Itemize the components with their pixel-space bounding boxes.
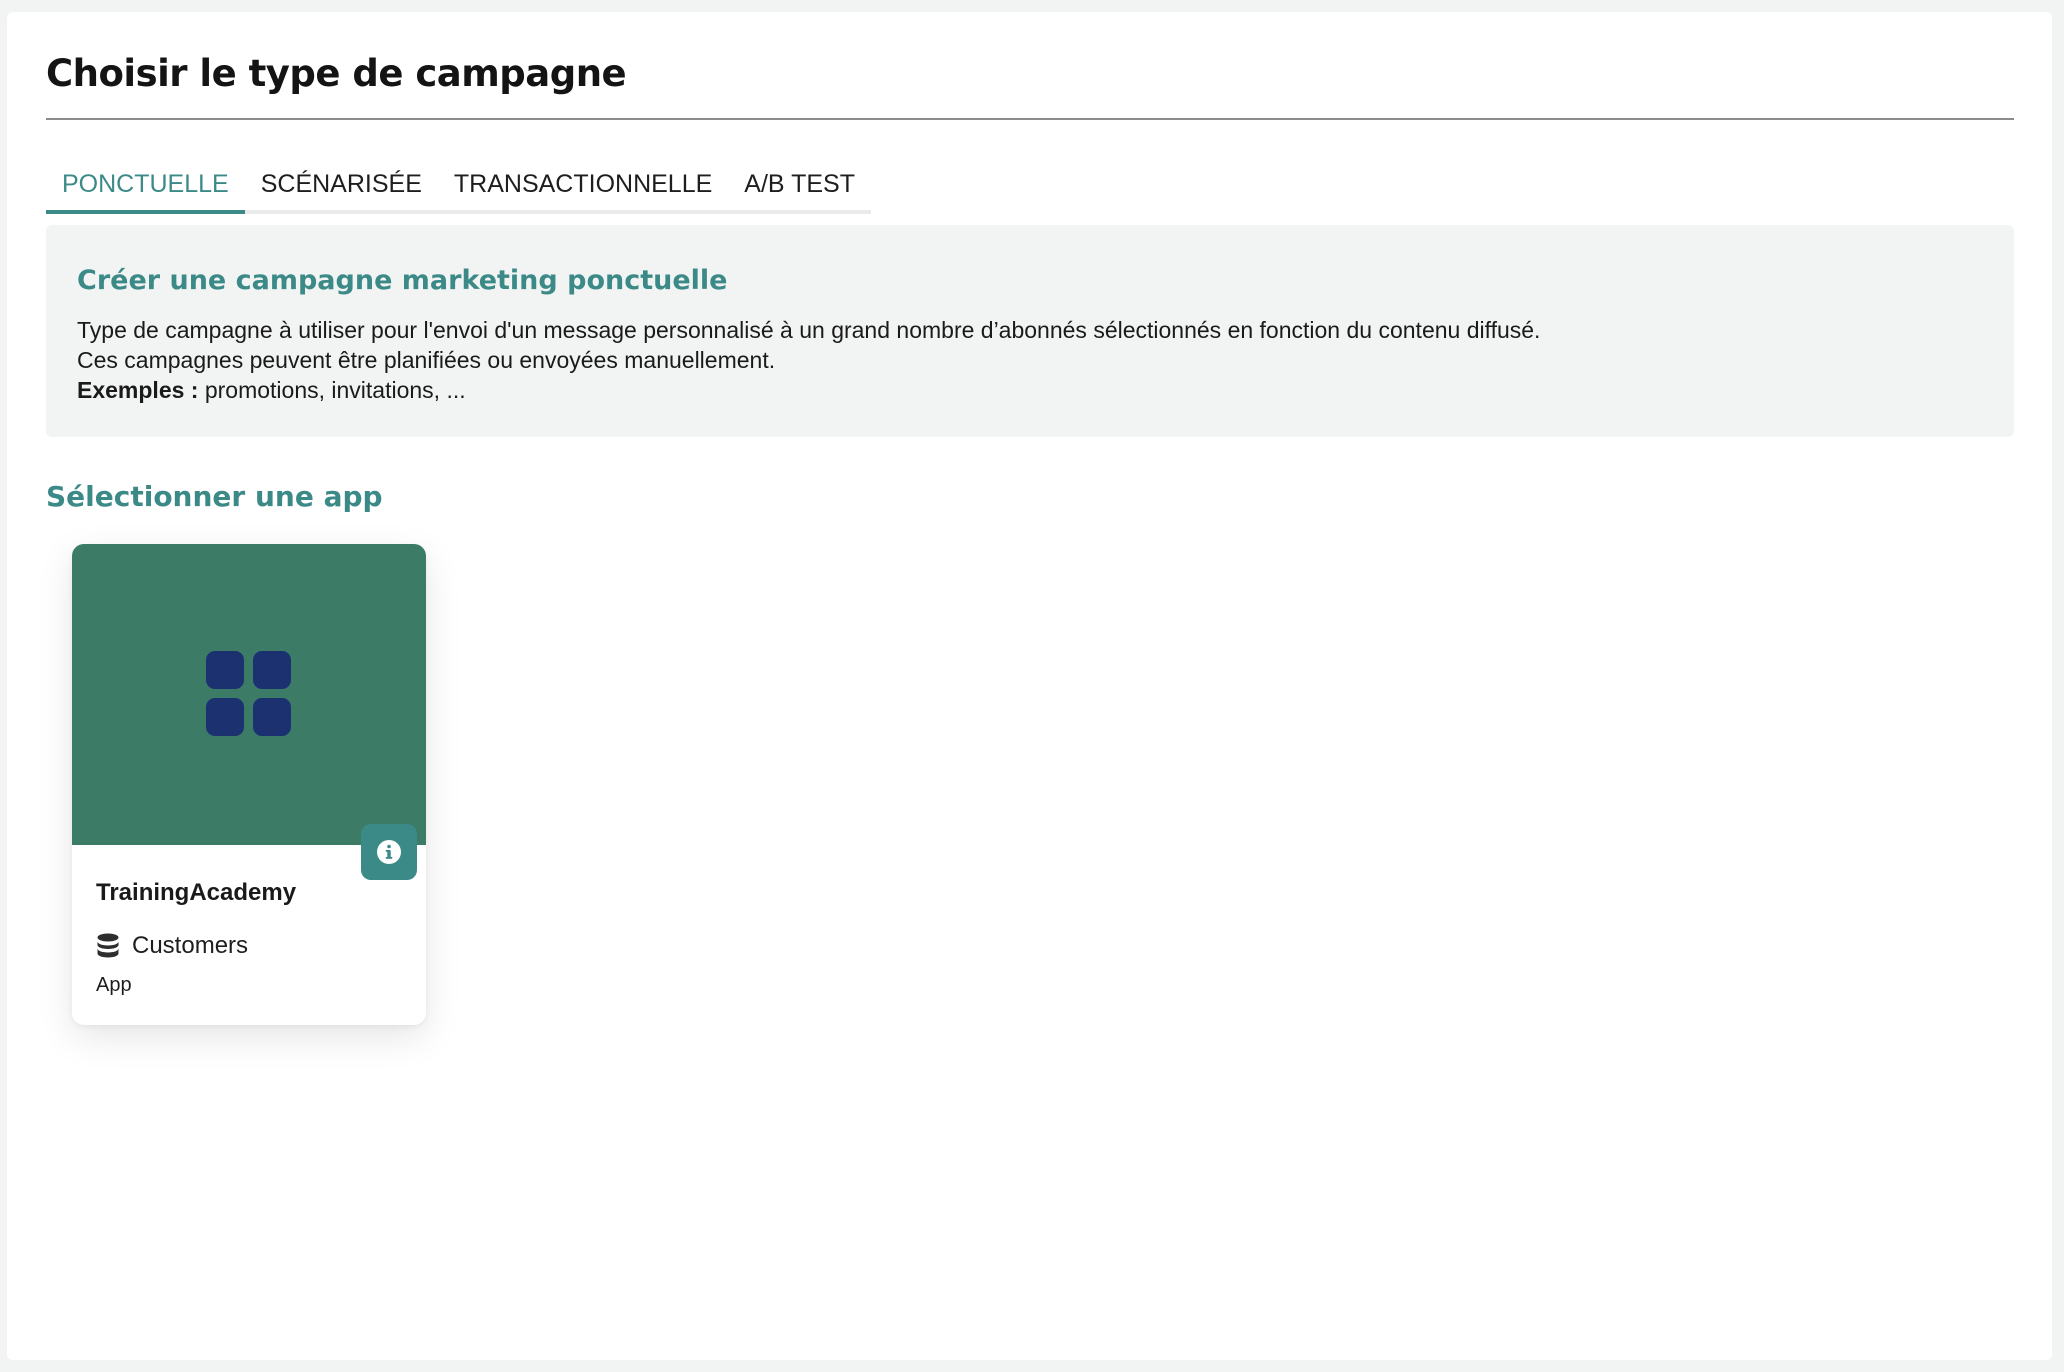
tab-scenarisee[interactable]: SCÉNARISÉE [245,158,438,210]
description-line-2: Ces campagnes peuvent être planifiées ou… [77,347,776,373]
campaign-description-box: Créer une campagne marketing ponctuelle … [46,225,2014,437]
app-card-thumbnail [72,544,426,845]
tab-ponctuelle[interactable]: PONCTUELLE [46,158,245,214]
title-divider [46,118,2014,120]
description-title: Créer une campagne marketing ponctuelle [77,265,728,296]
app-type: App [96,974,132,996]
tab-transactionnelle[interactable]: TRANSACTIONNELLE [438,158,728,210]
app-info-button[interactable] [361,824,417,880]
page-title: Choisir le type de campagne [46,52,627,95]
description-examples: Exemples : promotions, invitations, ... [77,375,1540,405]
tab-ab-test[interactable]: A/B TEST [728,158,871,210]
main-panel: Choisir le type de campagne PONCTUELLE S… [7,12,2052,1360]
app-name: TrainingAcademy [96,879,297,906]
description-line-1: Type de campagne à utiliser pour l'envoi… [77,317,1541,343]
apps-grid-icon [206,651,291,736]
app-database: Customers [96,932,248,960]
app-card[interactable]: TrainingAcademy Customers App [72,544,426,1025]
examples-text: promotions, invitations, ... [198,377,466,403]
examples-label: Exemples : [77,377,199,403]
campaign-type-tabs: PONCTUELLE SCÉNARISÉE TRANSACTIONNELLE A… [46,158,871,214]
database-icon [97,933,119,958]
description-text: Type de campagne à utiliser pour l'envoi… [77,315,1540,405]
select-app-title: Sélectionner une app [46,480,383,513]
info-icon [377,840,401,864]
database-name: Customers [132,932,249,959]
